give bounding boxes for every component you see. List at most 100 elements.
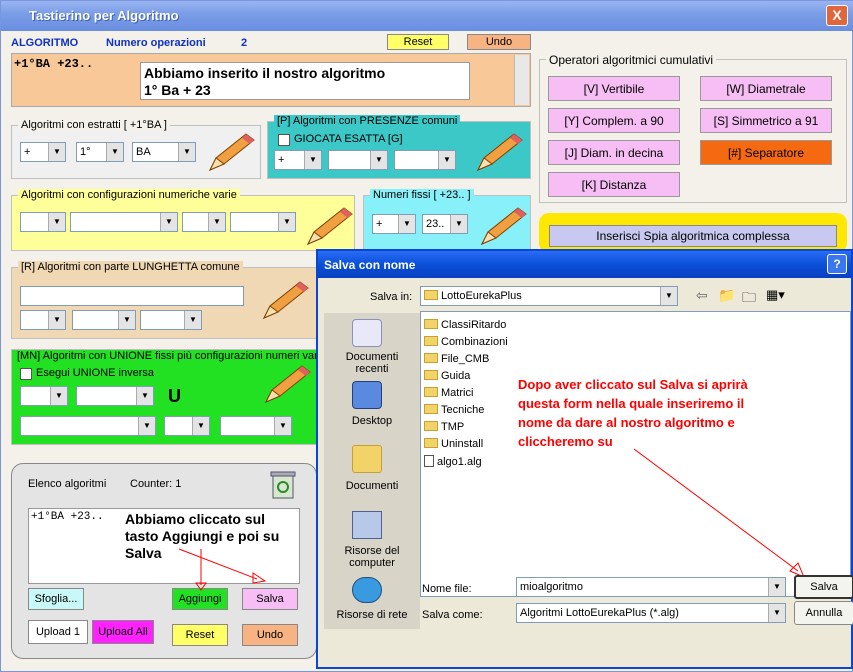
pencil-icon[interactable] [258,362,314,406]
simmetrico-91-button[interactable]: [S] Simmetrico a 91 [700,108,832,133]
diam-decina-button[interactable]: [J] Diam. in decina [548,140,680,165]
window-title: Tastierino per Algoritmo [29,8,179,23]
folder-icon [424,290,438,300]
list-item[interactable]: File_CMB [424,353,489,365]
pencil-icon[interactable] [300,204,356,248]
dialog-title: Salva con nome [324,258,416,272]
sfoglia-button[interactable]: Sfoglia... [28,588,84,610]
up-folder-icon[interactable]: 📁 [718,287,735,304]
help-icon[interactable]: ? [827,254,847,274]
config-select-2[interactable] [70,212,178,232]
dialog-title-bar: Salva con nome ? [318,251,851,278]
aggiungi-button[interactable]: Aggiungi [172,588,228,610]
reset-button-top[interactable]: Reset [387,34,449,50]
dialog-salva-button[interactable]: Salva [794,575,853,599]
list-item[interactable]: +1°BA +23.. [31,511,104,523]
lunghetta-input[interactable] [20,286,244,306]
estratti-ruota-select[interactable]: BA [132,142,196,162]
my-computer-icon[interactable] [352,511,382,539]
nome-file-input[interactable]: mioalgoritmo [516,577,786,597]
folder-icon [424,353,438,363]
presenze-select-3[interactable] [394,150,456,170]
unione-select-1[interactable] [20,386,68,406]
lunghetta-select-2[interactable] [72,310,136,330]
list-item[interactable]: Guida [424,370,470,382]
salva-in-value: LottoEurekaPlus [441,290,522,302]
pencil-icon[interactable] [256,278,312,322]
unione-select-3[interactable] [20,416,156,436]
formula-area[interactable]: +1°BA +23.. Abbiamo inserito il nostro a… [11,53,531,107]
estratti-pos-select[interactable]: 1° [76,142,124,162]
group-config: Algoritmi con configurazioni numeriche v… [11,189,356,251]
list-item[interactable]: algo1.alg [424,455,482,468]
desktop-icon[interactable] [352,381,382,409]
back-icon[interactable]: ⇦ [696,287,708,304]
numero-operazioni-value: 2 [241,37,248,49]
unione-select-4[interactable] [164,416,210,436]
config-select-4[interactable] [230,212,296,232]
list-item[interactable]: Combinazioni [424,336,508,348]
fissi-num-select[interactable]: 23.. [422,214,468,234]
group-operatori: Operatori algoritmici cumulativi [V] Ver… [539,53,847,203]
spia-button[interactable]: Inserisci Spia algoritmica complessa [549,225,837,247]
group-unione: [MN] Algoritmi con UNIONE fissi più conf… [11,349,320,445]
network-icon[interactable] [352,577,382,603]
group-lunghetta: [R] Algoritmi con parte LUNGHETTA comune [11,261,317,339]
close-icon[interactable]: X [826,5,848,26]
elenco-title: Elenco algoritmi [28,478,107,490]
recent-documents-icon[interactable] [352,319,382,347]
unione-inversa-checkbox[interactable] [20,368,32,380]
presenze-select-2[interactable] [328,150,388,170]
documents-icon[interactable] [352,445,382,473]
list-item[interactable]: Tecniche [424,404,484,416]
place-documenti-recenti[interactable]: Documenti recenti [328,351,416,375]
distanza-button[interactable]: [K] Distanza [548,172,680,197]
place-risorse-computer[interactable]: Risorse del computer [328,545,416,569]
new-folder-icon[interactable]: 🗀 [742,287,756,311]
note-line-2: 1° Ba + 23 [144,82,211,98]
unione-select-2[interactable] [76,386,154,406]
salva-in-select[interactable]: LottoEurekaPlus [420,286,678,306]
list-item[interactable]: Uninstall [424,438,483,450]
list-item[interactable]: ClassiRitardo [424,319,506,331]
pencil-icon[interactable] [470,130,526,174]
estratti-op-select[interactable]: + [20,142,66,162]
file-icon [424,455,434,467]
folder-icon [424,336,438,346]
formula-scrollbar[interactable] [514,55,529,105]
giocata-esatta-checkbox[interactable] [278,134,290,146]
undo-button-top[interactable]: Undo [467,34,531,50]
view-menu-icon[interactable]: ▦▾ [766,287,785,303]
reset-button[interactable]: Reset [172,624,228,646]
undo-button[interactable]: Undo [242,624,298,646]
lunghetta-select-1[interactable] [20,310,66,330]
salva-button[interactable]: Salva [242,588,298,610]
pencil-icon[interactable] [202,130,258,174]
list-item[interactable]: TMP [424,421,464,433]
config-select-3[interactable] [182,212,226,232]
lunghetta-select-3[interactable] [140,310,202,330]
vertibile-button[interactable]: [V] Vertibile [548,76,680,101]
place-documenti[interactable]: Documenti [328,480,416,492]
dialog-note-4: cliccheremo su [518,434,613,449]
place-desktop[interactable]: Desktop [328,415,416,427]
presenze-op-select[interactable]: + [274,150,322,170]
place-risorse-rete[interactable]: Risorse di rete [328,609,416,621]
upload1-button[interactable]: Upload 1 [28,620,88,644]
upload-all-button[interactable]: Upload All [92,620,154,644]
giocata-esatta-label: GIOCATA ESATTA [G] [294,133,403,145]
list-item[interactable]: Matrici [424,387,473,399]
pencil-icon[interactable] [474,204,530,248]
complem-90-button[interactable]: [Y] Complem. a 90 [548,108,680,133]
diametrale-button[interactable]: [W] Diametrale [700,76,832,101]
elenco-counter: Counter: 1 [130,478,182,490]
config-select-1[interactable] [20,212,66,232]
fissi-op-select[interactable]: + [372,214,416,234]
unione-select-5[interactable] [220,416,292,436]
salva-come-select[interactable]: Algoritmi LottoEurekaPlus (*.alg) [516,603,786,623]
folder-icon [424,421,438,431]
dialog-annulla-button[interactable]: Annulla [794,601,853,625]
separatore-button[interactable]: [#] Separatore [700,140,832,165]
recycle-bin-icon[interactable] [268,468,298,500]
spia-panel: Inserisci Spia algoritmica complessa [539,213,847,253]
